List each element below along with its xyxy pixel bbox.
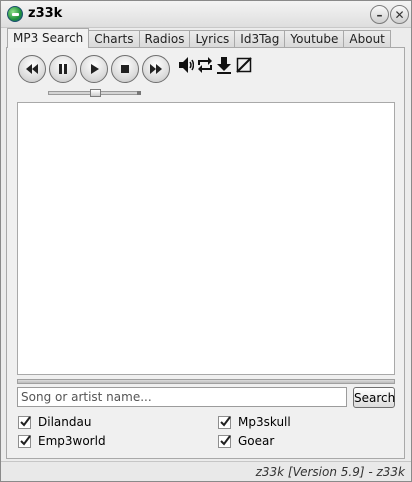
tab-charts[interactable]: Charts xyxy=(88,30,140,48)
checkmark-icon xyxy=(20,434,31,446)
checkmark-icon xyxy=(20,415,31,427)
download-icon[interactable] xyxy=(216,56,232,74)
tab-youtube[interactable]: Youtube xyxy=(284,30,345,48)
stop-button[interactable] xyxy=(111,55,139,83)
checkmark-icon xyxy=(220,434,231,446)
checkbox[interactable] xyxy=(218,415,231,429)
checkbox-label: Dilandau xyxy=(38,415,92,429)
source-checkbox-emp3world[interactable]: Emp3world xyxy=(18,433,106,449)
checkbox-label: Goear xyxy=(238,434,275,448)
slider-end-right xyxy=(137,91,141,95)
checkbox[interactable] xyxy=(18,434,31,448)
status-text: z33k [Version 5.9] - z33k xyxy=(255,465,405,479)
tab-radios[interactable]: Radios xyxy=(138,30,191,48)
checkbox[interactable] xyxy=(18,415,31,429)
horizontal-scrollbar[interactable] xyxy=(17,379,395,384)
stop-icon xyxy=(121,65,129,73)
play-icon xyxy=(91,64,99,74)
close-button[interactable]: ✕ xyxy=(390,5,409,24)
results-list[interactable] xyxy=(17,102,395,375)
play-button[interactable] xyxy=(80,55,108,83)
pause-icon xyxy=(59,64,67,74)
search-input[interactable] xyxy=(17,387,347,407)
tab-mp3-search[interactable]: MP3 Search xyxy=(7,28,90,48)
tab-bar: MP3 Search Charts Radios Lyrics Id3Tag Y… xyxy=(7,28,391,48)
repeat-icon[interactable] xyxy=(197,56,213,74)
tab-id3tag[interactable]: Id3Tag xyxy=(234,30,286,48)
search-button[interactable]: Search xyxy=(353,387,395,408)
minimize-icon: – xyxy=(376,7,383,22)
rewind-button[interactable] xyxy=(18,55,46,83)
resize-icon[interactable] xyxy=(236,56,252,74)
minimize-button[interactable]: – xyxy=(370,5,389,24)
pause-button[interactable] xyxy=(49,55,77,83)
checkbox-label: Mp3skull xyxy=(238,415,291,429)
volume-icon[interactable] xyxy=(178,56,194,74)
source-checkbox-mp3skull[interactable]: Mp3skull xyxy=(218,414,291,430)
status-bar: z33k [Version 5.9] - z33k xyxy=(1,461,411,481)
window-title: z33k xyxy=(28,6,63,21)
checkbox[interactable] xyxy=(218,434,231,448)
title-bar[interactable]: z33k – ✕ xyxy=(1,1,411,28)
rewind-icon xyxy=(26,64,38,74)
checkbox-label: Emp3world xyxy=(38,434,106,448)
tab-about[interactable]: About xyxy=(343,30,391,48)
fast-forward-icon xyxy=(150,64,162,74)
volume-slider-thumb[interactable] xyxy=(90,89,101,97)
app-window: z33k – ✕ MP3 Search Charts Radios Lyrics… xyxy=(0,0,412,482)
close-icon: ✕ xyxy=(394,7,405,22)
app-logo-icon xyxy=(7,6,23,22)
fast-forward-button[interactable] xyxy=(142,55,170,83)
checkmark-icon xyxy=(220,415,231,427)
source-checkbox-goear[interactable]: Goear xyxy=(218,433,274,449)
tab-lyrics[interactable]: Lyrics xyxy=(189,30,236,48)
source-checkbox-dilandau[interactable]: Dilandau xyxy=(18,414,91,430)
